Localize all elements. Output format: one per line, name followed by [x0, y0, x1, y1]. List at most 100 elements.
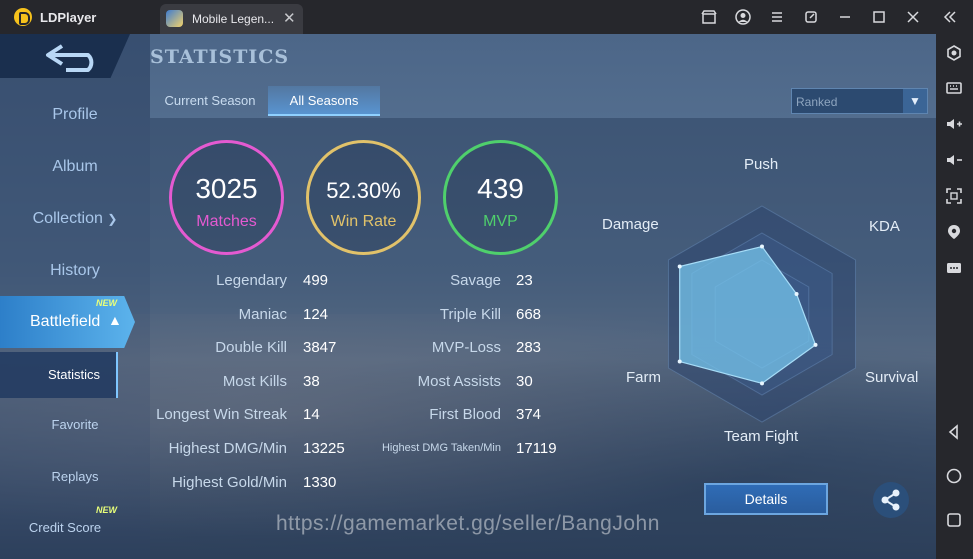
mvp-circle: 439 MVP [443, 140, 558, 255]
radar-label-survival: Survival [865, 369, 919, 386]
chevron-down-icon: ▼ [903, 89, 927, 113]
stat-value-longest-win-streak: 14 [303, 406, 320, 423]
minimize-icon[interactable] [837, 9, 853, 25]
mobile-legends-icon [166, 10, 183, 27]
mode-select-value: Ranked [796, 95, 838, 109]
nav-statistics-label: Statistics [48, 367, 101, 382]
screenshot-icon[interactable] [945, 187, 963, 205]
stat-label-legendary: Legendary [216, 272, 287, 289]
stat-value-first-blood: 374 [516, 406, 542, 423]
tab-mobile-legends[interactable]: Mobile Legen... ✕ [160, 4, 303, 34]
settings-icon[interactable] [945, 44, 963, 62]
new-badge-credit-score: NEW [96, 505, 117, 515]
more-icon[interactable] [945, 259, 963, 277]
volume-down-icon[interactable] [945, 151, 963, 169]
back-arrow-icon [46, 44, 94, 72]
radar-point-push [760, 244, 764, 249]
tab-current-season[interactable]: Current Season [155, 86, 265, 116]
back-icon[interactable] [945, 423, 963, 441]
stat-label-longest-win-streak: Longest Win Streak [156, 406, 287, 423]
stat-value-maniac: 124 [303, 306, 329, 323]
radar-point-farm [677, 359, 682, 364]
collapse-icon[interactable] [942, 9, 958, 25]
nav-history[interactable]: History [0, 262, 150, 280]
stat-label-savage: Savage [450, 272, 501, 289]
stat-value-triple-kill: 668 [516, 306, 542, 323]
nav-favorite[interactable]: Favorite [0, 417, 150, 432]
stat-label-highest-dmg-min: Highest DMG/Min [168, 440, 287, 457]
stat-label-highest-dmg-taken-min: Highest DMG Taken/Min [381, 442, 501, 454]
matches-circle: 3025 Matches [169, 140, 284, 255]
nav-statistics[interactable]: Statistics [0, 352, 118, 398]
stat-value-savage: 23 [516, 272, 533, 289]
radar-label-team-fight: Team Fight [724, 428, 799, 445]
win-rate-circle: 52.30% Win Rate [306, 140, 421, 255]
ldplayer-logo-icon [14, 8, 32, 26]
performance-radar-chart [667, 205, 857, 423]
nav-profile[interactable]: Profile [0, 106, 150, 124]
stat-value-legendary: 499 [303, 272, 329, 289]
close-icon[interactable] [905, 9, 921, 25]
radar-point-survival [813, 342, 818, 347]
nav-album[interactable]: Album [0, 158, 150, 176]
app-name: LDPlayer [40, 10, 97, 25]
maximize-icon[interactable] [871, 9, 887, 25]
stat-label-mvp-loss: MVP-Loss [431, 339, 501, 356]
recents-icon[interactable] [945, 511, 963, 529]
share-button[interactable] [873, 482, 909, 518]
stat-value-most-assists: 30 [516, 373, 533, 390]
tab-close-icon[interactable]: ✕ [283, 9, 296, 27]
win-rate-value: 52.30% [326, 178, 401, 203]
stat-label-maniac: Maniac [238, 306, 287, 323]
back-button[interactable] [0, 34, 130, 78]
emulator-toolbar [936, 34, 973, 559]
stat-label-first-blood: First Blood [429, 406, 501, 423]
stat-value-highest-gold-min: 1330 [303, 474, 337, 491]
location-icon[interactable] [945, 223, 963, 241]
profile-nav: Profile Album Collection ❯ History Battl… [0, 34, 150, 559]
stat-label-highest-gold-min: Highest Gold/Min [171, 474, 287, 491]
mvp-value: 439 [477, 173, 524, 204]
keyboard-icon[interactable] [945, 79, 963, 97]
stat-label-triple-kill: Triple Kill [439, 306, 501, 323]
tab-all-seasons[interactable]: All Seasons [268, 86, 380, 116]
stat-value-mvp-loss: 283 [516, 339, 542, 356]
menu-icon[interactable] [769, 9, 785, 25]
nav-battlefield-label: Battlefield [30, 313, 101, 330]
home-icon[interactable] [945, 467, 963, 485]
radar-label-kda: KDA [869, 218, 900, 235]
stat-label-double-kill: Double Kill [215, 339, 287, 356]
new-badge-battlefield: NEW [96, 298, 117, 308]
page-title: STATISTICS [150, 46, 290, 68]
stat-value-double-kill: 3847 [303, 339, 337, 356]
nav-collection[interactable]: Collection ❯ [0, 210, 150, 228]
radar-label-damage: Damage [602, 216, 659, 233]
details-button[interactable]: Details [704, 483, 828, 515]
volume-up-icon[interactable] [945, 115, 963, 133]
restore-icon[interactable] [803, 9, 819, 25]
radar-label-farm: Farm [626, 369, 661, 386]
account-icon[interactable] [735, 9, 751, 25]
win-rate-label: Win Rate [330, 213, 397, 230]
stat-value-most-kills: 38 [303, 373, 320, 390]
stat-value-highest-dmg-min: 13225 [303, 440, 345, 457]
nav-replays[interactable]: Replays [0, 469, 150, 484]
stat-value-highest-dmg-taken-min: 17119 [516, 440, 557, 457]
stat-label-most-kills: Most Kills [222, 373, 287, 390]
stat-label-most-assists: Most Assists [417, 373, 501, 390]
emulator-title-bar: LDPlayer Mobile Legen... ✕ [0, 0, 973, 34]
tab-title: Mobile Legen... [192, 12, 275, 26]
store-icon[interactable] [701, 9, 717, 25]
share-icon [881, 489, 900, 511]
nav-collection-label: Collection [32, 210, 103, 227]
nav-credit-score[interactable]: Credit Score [0, 520, 140, 535]
chevron-up-icon: ▲ [108, 312, 122, 328]
radar-point-team-fight [760, 381, 764, 386]
radar-label-push: Push [744, 156, 779, 173]
radar-point-kda [794, 292, 799, 297]
game-screen: Profile Album Collection ❯ History Battl… [0, 34, 936, 559]
chevron-down-icon: ❯ [107, 212, 118, 226]
mode-select[interactable]: Ranked ▼ [791, 88, 928, 114]
mvp-label: MVP [483, 213, 518, 230]
matches-label: Matches [196, 213, 257, 230]
